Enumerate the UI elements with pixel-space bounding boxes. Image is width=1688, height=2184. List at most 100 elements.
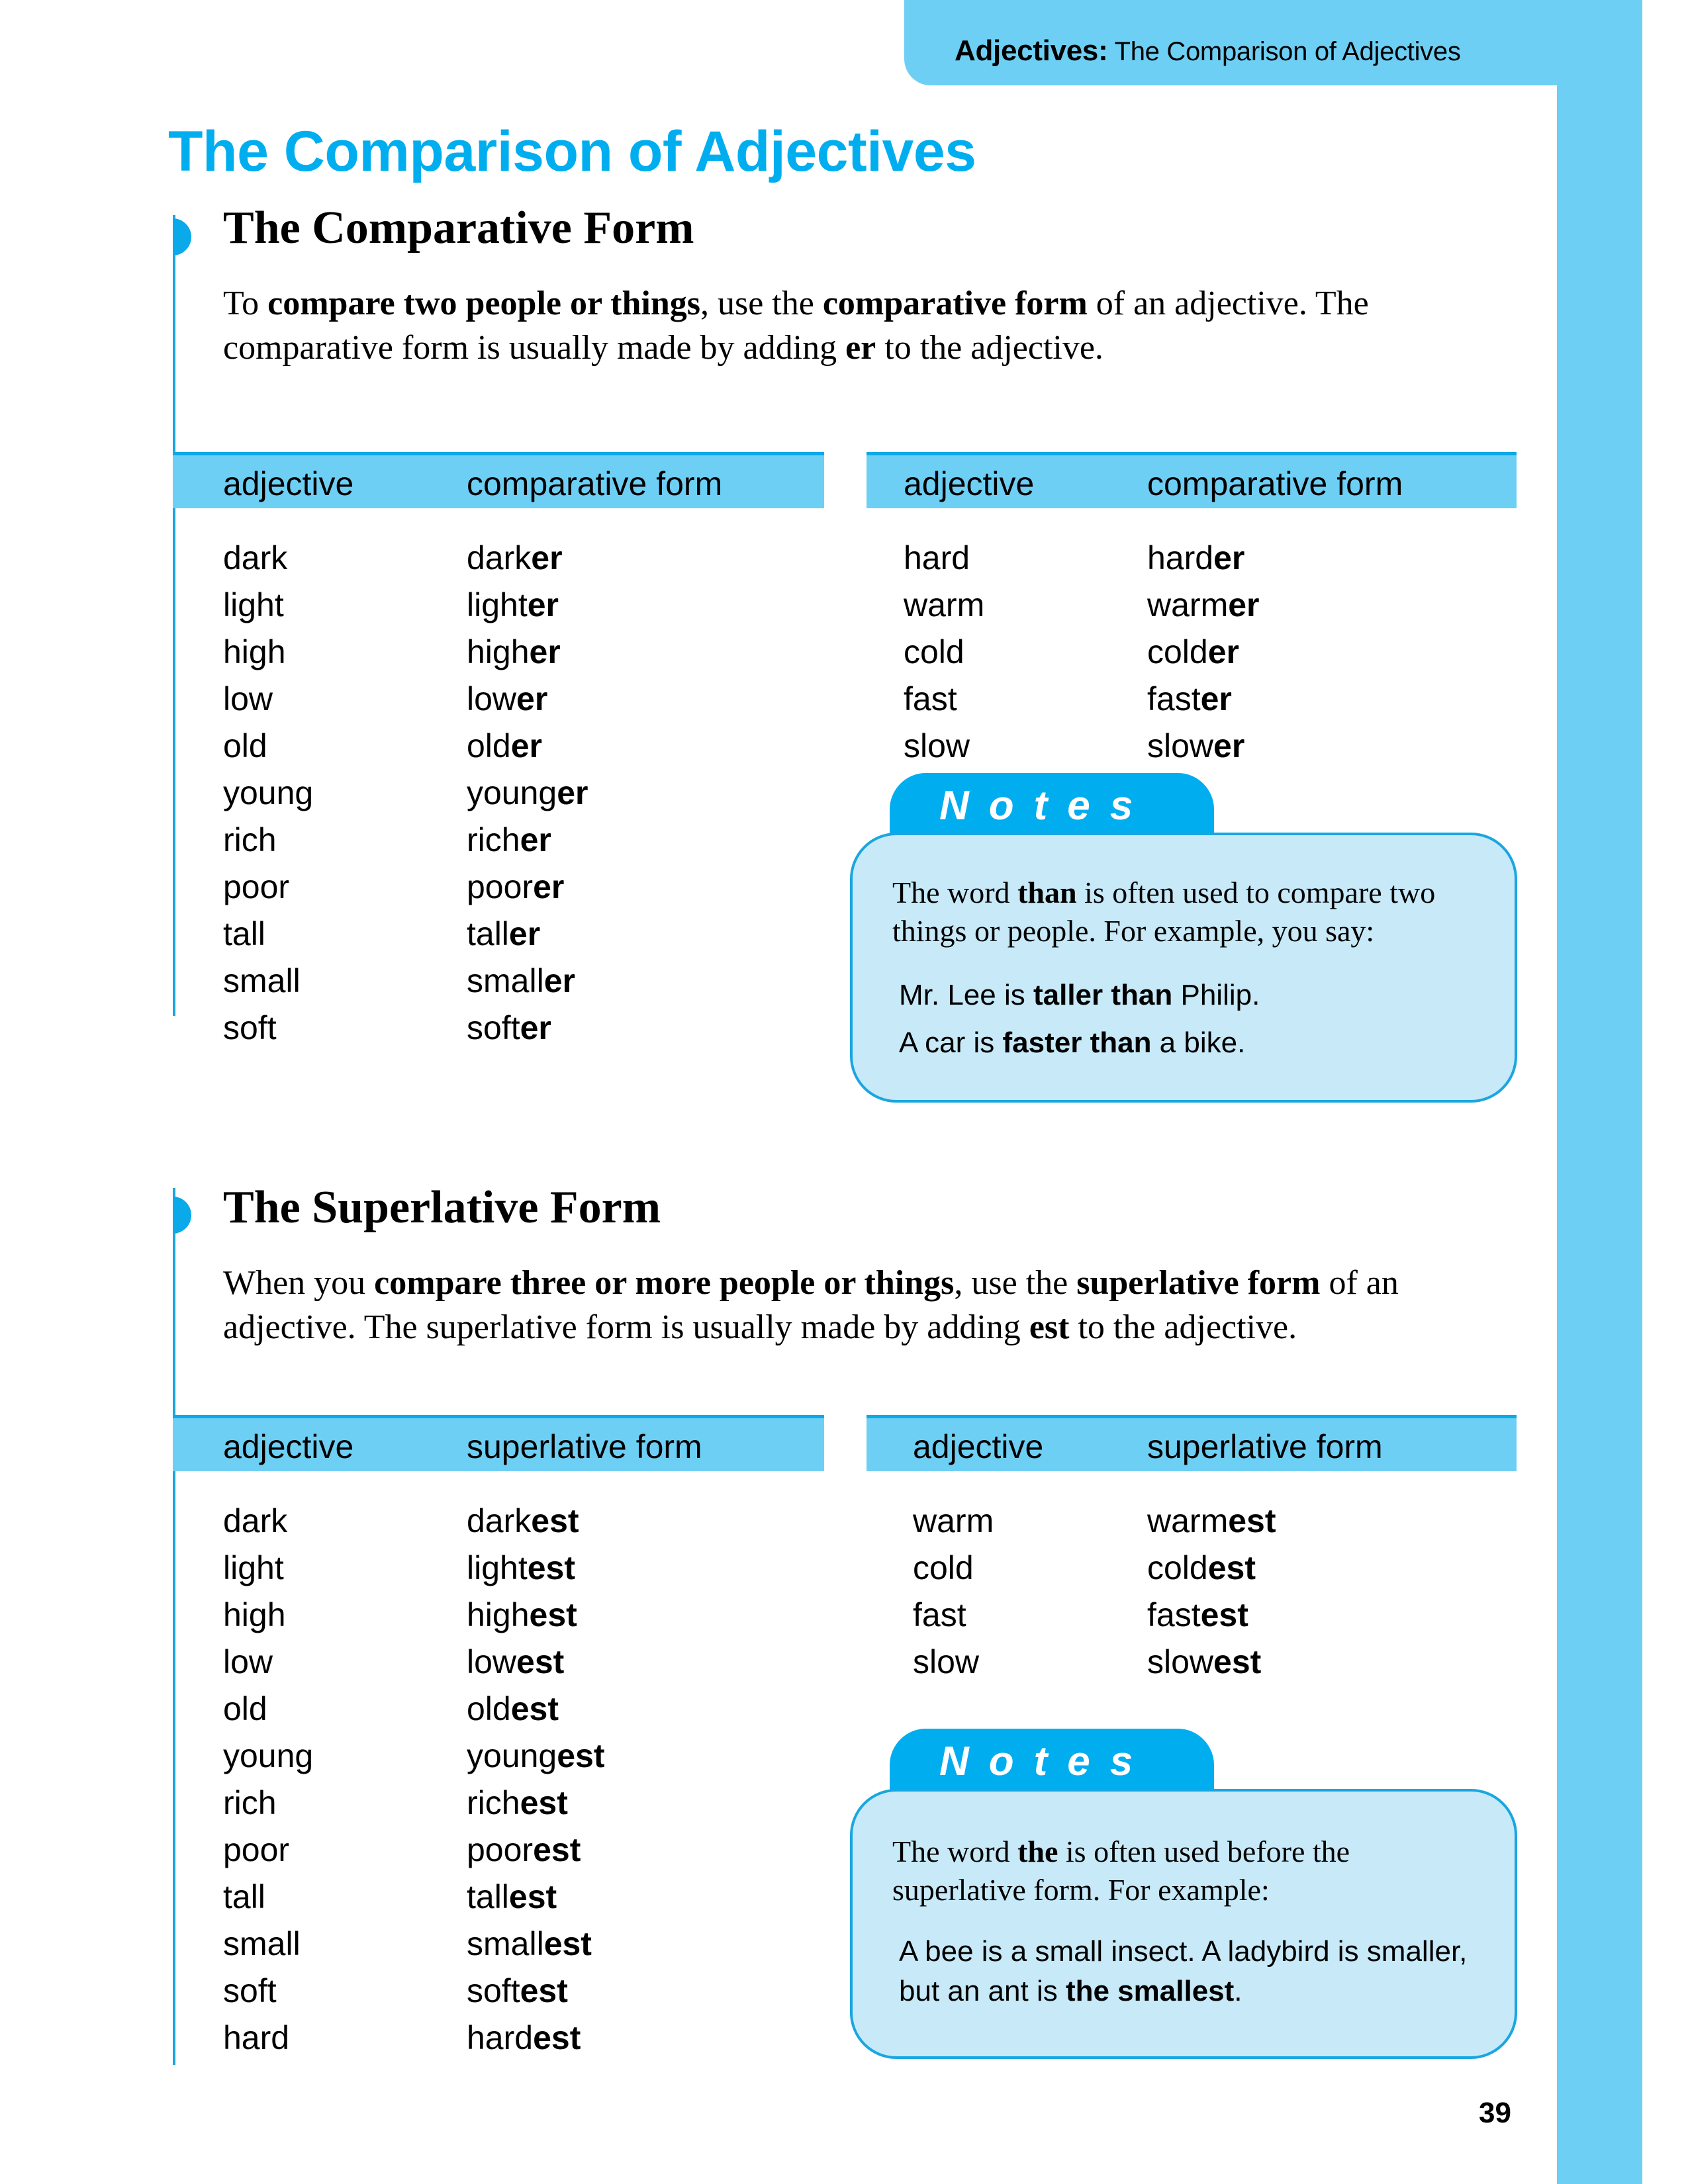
- form-cell: lightest: [467, 1548, 575, 1588]
- form-cell: oldest: [467, 1689, 559, 1729]
- form-stem: tall: [467, 1878, 509, 1915]
- form-suffix: est: [1200, 1596, 1248, 1633]
- form-stem: light: [467, 586, 528, 623]
- form-stem: young: [467, 774, 557, 811]
- form-cell: softest: [467, 1971, 568, 2011]
- form-suffix: er: [1228, 586, 1260, 623]
- emphasis-text: taller than: [1033, 979, 1173, 1011]
- form-stem: warm: [1147, 586, 1229, 623]
- table-row: low lower: [173, 679, 824, 726]
- form-stem: poor: [467, 1831, 534, 1868]
- form-suffix: er: [533, 868, 565, 905]
- form-stem: hard: [1147, 539, 1214, 576]
- table-header: adjective superlative form: [867, 1415, 1517, 1471]
- emphasis-text: the: [1017, 1835, 1058, 1868]
- form-cell: warmest: [1147, 1501, 1276, 1541]
- form-suffix: er: [1200, 680, 1232, 717]
- table-row: poor poorest: [173, 1830, 824, 1877]
- form-stem: slow: [1147, 727, 1214, 764]
- adjective-cell: old: [223, 727, 267, 764]
- text-run: Philip.: [1172, 979, 1260, 1011]
- running-header-text: Adjectives: The Comparison of Adjectives: [955, 34, 1461, 68]
- form-suffix: est: [557, 1737, 605, 1774]
- form-cell: lowest: [467, 1642, 564, 1682]
- adjective-cell: light: [223, 586, 284, 623]
- adjective-cell: small: [223, 962, 301, 999]
- form-suffix: est: [531, 1502, 579, 1539]
- form-cell: tallest: [467, 1877, 557, 1917]
- form-stem: slow: [1147, 1643, 1214, 1680]
- table-row: fast fastest: [867, 1595, 1517, 1642]
- table-row: old older: [173, 726, 824, 773]
- column-header-adjective: adjective: [904, 465, 1035, 502]
- form-stem: rich: [467, 1784, 520, 1821]
- table-row: warm warmest: [867, 1501, 1517, 1548]
- adjective-cell: cold: [913, 1549, 974, 1586]
- adjective-cell: warm: [904, 586, 985, 623]
- comparative-table-right: adjective comparative form hard harder war…: [867, 452, 1517, 773]
- form-cell: fastest: [1147, 1595, 1248, 1635]
- notes-example: Mr. Lee is taller than Philip.: [899, 976, 1260, 1015]
- emphasis-text: the smallest: [1065, 1975, 1235, 2007]
- text-run: to the adjective.: [876, 329, 1103, 367]
- form-cell: coldest: [1147, 1548, 1256, 1588]
- text-run: Mr. Lee is: [899, 979, 1033, 1011]
- form-stem: old: [467, 1690, 511, 1727]
- table-row: tall taller: [173, 914, 824, 961]
- adjective-cell: slow: [904, 727, 970, 764]
- side-color-band: [1557, 0, 1642, 2184]
- form-cell: slower: [1147, 726, 1244, 766]
- table-row: soft softer: [173, 1008, 824, 1055]
- form-suffix: est: [527, 1549, 575, 1586]
- form-stem: fast: [1147, 680, 1201, 717]
- form-cell: lower: [467, 679, 547, 719]
- form-stem: small: [467, 1925, 544, 1962]
- form-stem: soft: [467, 1972, 520, 2009]
- text-run: When you: [223, 1264, 375, 1302]
- form-cell: richest: [467, 1783, 568, 1823]
- form-cell: slowest: [1147, 1642, 1261, 1682]
- emphasis-text: compare three or more people or things: [374, 1264, 955, 1302]
- form-cell: highest: [467, 1595, 577, 1635]
- table-row: small smallest: [173, 1924, 824, 1971]
- form-stem: light: [467, 1549, 528, 1586]
- table-row: soft softest: [173, 1971, 824, 2018]
- page-title: The Comparison of Adjectives: [168, 120, 976, 183]
- adjective-cell: high: [223, 1596, 286, 1633]
- form-stem: cold: [1147, 1549, 1208, 1586]
- comparative-intro: To compare two people or things, use the…: [223, 281, 1521, 370]
- column-header-form: superlative form: [467, 1428, 702, 1465]
- emphasis-text: compare two people or things: [267, 285, 700, 322]
- form-stem: old: [467, 727, 511, 764]
- form-cell: poorer: [467, 867, 564, 907]
- form-suffix: est: [520, 1972, 568, 2009]
- form-suffix: er: [531, 539, 563, 576]
- table-row: hard hardest: [173, 2018, 824, 2065]
- form-cell: darkest: [467, 1501, 579, 1541]
- table-row: light lighter: [173, 585, 824, 632]
- text-run: , use the: [700, 285, 823, 322]
- table-header: adjective comparative form: [173, 452, 824, 508]
- form-stem: dark: [467, 1502, 532, 1539]
- adjective-cell: soft: [223, 1009, 277, 1046]
- form-suffix: er: [1213, 727, 1245, 764]
- adjective-cell: light: [223, 1549, 284, 1586]
- form-stem: small: [467, 962, 544, 999]
- form-cell: youngest: [467, 1736, 605, 1776]
- form-cell: harder: [1147, 538, 1244, 578]
- text-run: to the adjective.: [1069, 1308, 1297, 1346]
- form-cell: richer: [467, 820, 551, 860]
- comparative-table-left: adjective comparative form dark darker lig…: [173, 452, 824, 1055]
- notes-text: The word the is often used before the su…: [892, 1833, 1488, 1909]
- form-stem: tall: [467, 915, 509, 952]
- form-suffix: est: [1213, 1643, 1262, 1680]
- form-cell: younger: [467, 773, 588, 813]
- form-cell: faster: [1147, 679, 1232, 719]
- form-suffix: er: [1213, 539, 1245, 576]
- table-row: tall tallest: [173, 1877, 824, 1924]
- section-bullet-icon: [173, 1197, 191, 1234]
- form-suffix: est: [533, 1831, 581, 1868]
- adjective-cell: small: [223, 1925, 301, 1962]
- text-run: The word: [892, 876, 1018, 909]
- form-suffix: est: [508, 1878, 557, 1915]
